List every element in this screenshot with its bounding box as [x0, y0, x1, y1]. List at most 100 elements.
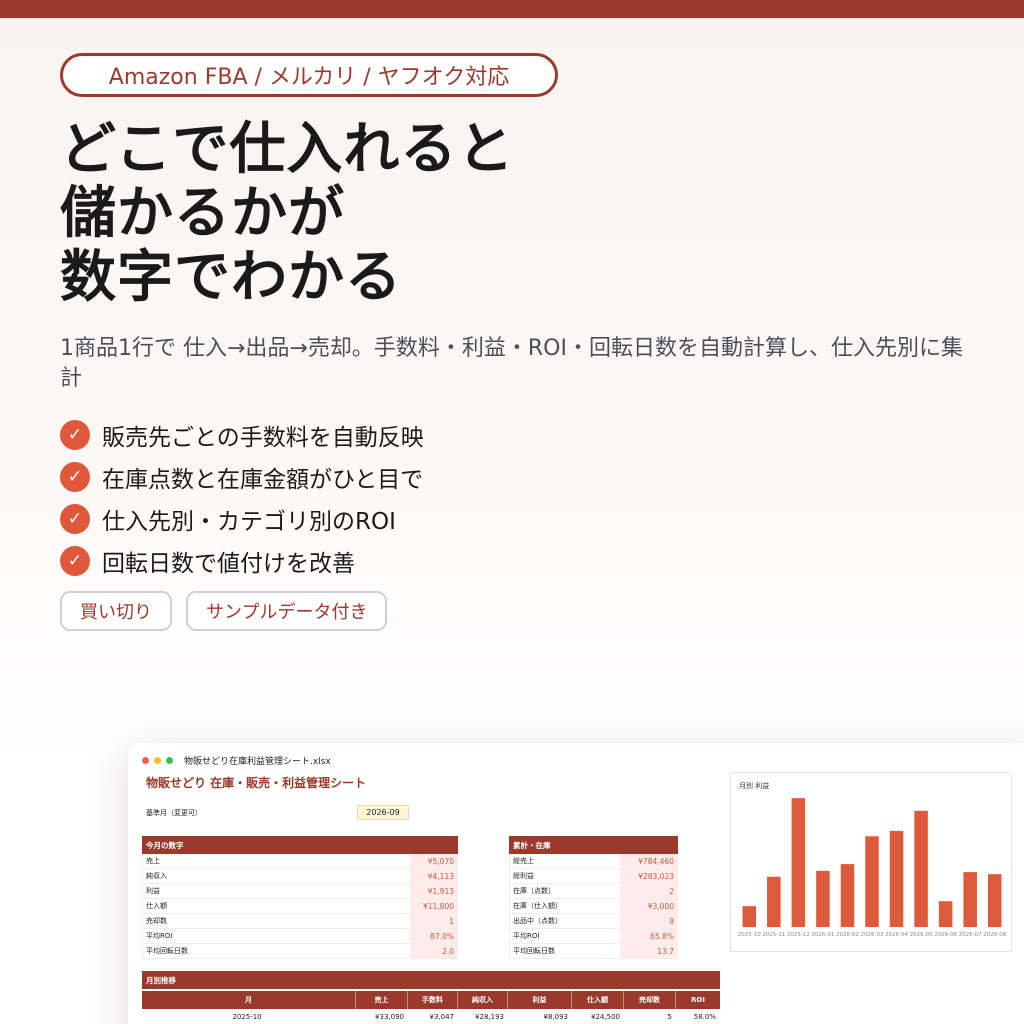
- kv-row: 在庫（点数） 2: [509, 884, 678, 899]
- kv-label: 仕入額: [142, 899, 410, 913]
- feature-list: ✓ 販売先ごとの手数料を自動反映 ✓ 在庫点数と在庫金額がひと目で ✓ 仕入先別…: [60, 414, 660, 582]
- column-header: 売上: [356, 991, 408, 1009]
- window-filename: 物販せどり在庫利益管理シート.xlsx: [184, 757, 331, 767]
- column-header: 純収入: [458, 991, 508, 1009]
- chart-x-tick-label: 2026-05: [910, 932, 933, 938]
- feature-text: 仕入先別・カテゴリ別のROI: [102, 509, 396, 535]
- feature-item: ✓ 販売先ごとの手数料を自動反映: [60, 414, 660, 456]
- tag-one-time-purchase: 買い切り: [60, 591, 172, 631]
- feature-text: 販売先ごとの手数料を自動反映: [102, 425, 424, 451]
- chart-bar: [963, 872, 977, 927]
- base-month-label: 基準月（変更可）: [146, 809, 202, 817]
- chart-x-tick-label: 2026-04: [885, 932, 908, 938]
- monthly-columns: 月 売上 手数料 純収入 利益 仕入額 売却数 ROI: [142, 991, 720, 1009]
- kv-value: ¥784,460: [620, 854, 678, 868]
- kv-value: ¥5,070: [410, 854, 458, 868]
- check-icon: ✓: [60, 420, 90, 450]
- table-cell: ¥24,500: [591, 1012, 620, 1021]
- kv-row: 総売上 ¥784,460: [509, 854, 678, 869]
- kv-label: 総売上: [509, 854, 620, 868]
- column-header: 仕入額: [572, 991, 624, 1009]
- chart-bar: [791, 798, 806, 927]
- kv-row: 売上 ¥5,070: [142, 854, 458, 869]
- kv-value: ¥11,800: [410, 899, 458, 913]
- chart-x-tick-label: 2025-10: [738, 932, 761, 938]
- kv-label: 純収入: [142, 869, 410, 883]
- tag-list: 買い切り サンプルデータ付き: [60, 591, 388, 631]
- chart-bar: [914, 810, 928, 927]
- tag-sample-data: サンプルデータ付き: [186, 591, 388, 631]
- feature-item: ✓ 仕入先別・カテゴリ別のROI: [60, 498, 660, 540]
- kv-row: 平均回転日数 2.0: [142, 944, 458, 959]
- this-month-panel: 今月の数字 売上 ¥5,070 純収入 ¥4,113 利益 ¥1,913 仕入額 ¥11…: [142, 836, 458, 959]
- table-row: 2025-10 ¥33,090 ¥3,047 ¥28,193 ¥8,093 ¥2…: [142, 1009, 720, 1024]
- chart-bar: [889, 830, 904, 927]
- monthly-header: 月別推移: [142, 971, 720, 989]
- column-header: 月: [142, 991, 356, 1009]
- chart-bar: [938, 901, 953, 927]
- kv-row: 在庫（仕入額） ¥3,000: [509, 899, 678, 914]
- chart-bar: [987, 874, 1002, 927]
- table-cell: 58.0%: [693, 1012, 716, 1021]
- kv-row: 平均ROI 65.8%: [509, 929, 678, 944]
- profit-chart: 月別 利益 2025-10 2025-11 2025-12 2026-01 2026-0…: [730, 772, 1012, 952]
- column-header: 売却数: [624, 991, 676, 1009]
- chart-x-tick-label: 2026-02: [836, 932, 859, 938]
- kv-value: 9: [620, 914, 678, 928]
- kv-label: 利益: [142, 884, 410, 898]
- kv-value: 2: [620, 884, 678, 898]
- table-cell: ¥3,047: [429, 1012, 455, 1021]
- headline-line-1: どこで仕入れると: [60, 117, 515, 182]
- kv-label: 売却数: [142, 914, 410, 928]
- chart-x-tick-label: 2026-08: [983, 932, 1006, 938]
- headline: どこで仕入れると 儲かるかが 数字でわかる: [60, 118, 760, 310]
- column-header: ROI: [691, 996, 705, 1004]
- table-cell: ¥28,193: [475, 1012, 504, 1021]
- window-titlebar: 物販せどり在庫利益管理シート.xlsx: [142, 754, 331, 767]
- kv-row: 平均ROI 87.0%: [142, 929, 458, 944]
- chart-bar: [767, 876, 781, 927]
- kv-row: 出品中（点数） 9: [509, 914, 678, 929]
- kv-row: 平均回転日数 13.7: [509, 944, 678, 959]
- column-header: 手数料: [408, 991, 458, 1009]
- kv-value: 1: [410, 914, 458, 928]
- kv-row: 仕入額 ¥11,800: [142, 899, 458, 914]
- profit-chart-svg: 2025-10 2025-11 2025-12 2026-01 2026-02 2026-…: [738, 798, 1007, 938]
- check-icon: ✓: [60, 504, 90, 534]
- feature-item: ✓ 在庫点数と在庫金額がひと目で: [60, 456, 660, 498]
- headline-line-2: 儲かるかが: [60, 181, 345, 246]
- platform-badge-text: Amazon FBA / メルカリ / ヤフオク対応: [108, 65, 510, 90]
- chart-bar: [865, 836, 879, 927]
- this-month-header: 今月の数字: [142, 836, 458, 854]
- kv-label: 平均回転日数: [142, 944, 410, 958]
- table-cell: 2025-10: [232, 1012, 262, 1021]
- kv-label: 在庫（仕入額）: [509, 899, 620, 913]
- kv-value: ¥283,023: [620, 869, 678, 883]
- description: 1商品1行で 仕入→出品→売却。手数料・利益・ROI・回転日数を自動計算し、仕入…: [60, 336, 963, 391]
- cumulative-panel: 累計・在庫 総売上 ¥784,460 総利益 ¥283,023 在庫（点数） 2 在庫…: [509, 836, 678, 959]
- kv-label: 平均回転日数: [509, 944, 620, 958]
- kv-value: ¥1,913: [410, 884, 458, 898]
- chart-x-tick-label: 2026-07: [959, 932, 982, 938]
- check-icon: ✓: [60, 546, 90, 576]
- table-cell: 5: [667, 1012, 672, 1021]
- kv-row: 純収入 ¥4,113: [142, 869, 458, 884]
- kv-value: ¥3,000: [620, 899, 678, 913]
- kv-label: 平均ROI: [142, 929, 410, 943]
- cumulative-header: 累計・在庫: [509, 836, 678, 854]
- maximize-dot-icon: [166, 757, 173, 764]
- kv-label: 売上: [142, 854, 410, 868]
- feature-text: 在庫点数と在庫金額がひと目で: [102, 467, 424, 493]
- base-month-input[interactable]: 2026-09: [357, 805, 409, 820]
- chart-bar: [742, 906, 757, 927]
- close-dot-icon: [142, 757, 149, 764]
- kv-row: 総利益 ¥283,023: [509, 869, 678, 884]
- kv-value: 2.0: [410, 944, 458, 958]
- headline-line-3: 数字でわかる: [60, 245, 402, 310]
- table-cell: ¥33,090: [375, 1012, 404, 1021]
- chart-x-tick-label: 2026-06: [934, 932, 957, 938]
- monthly-table: 月別推移 月 売上 手数料 純収入 利益 仕入額 売却数 ROI 2025-10…: [142, 971, 720, 1024]
- kv-label: 在庫（点数）: [509, 884, 620, 898]
- chart-x-tick-label: 2026-03: [861, 932, 884, 938]
- kv-label: 総利益: [509, 869, 620, 883]
